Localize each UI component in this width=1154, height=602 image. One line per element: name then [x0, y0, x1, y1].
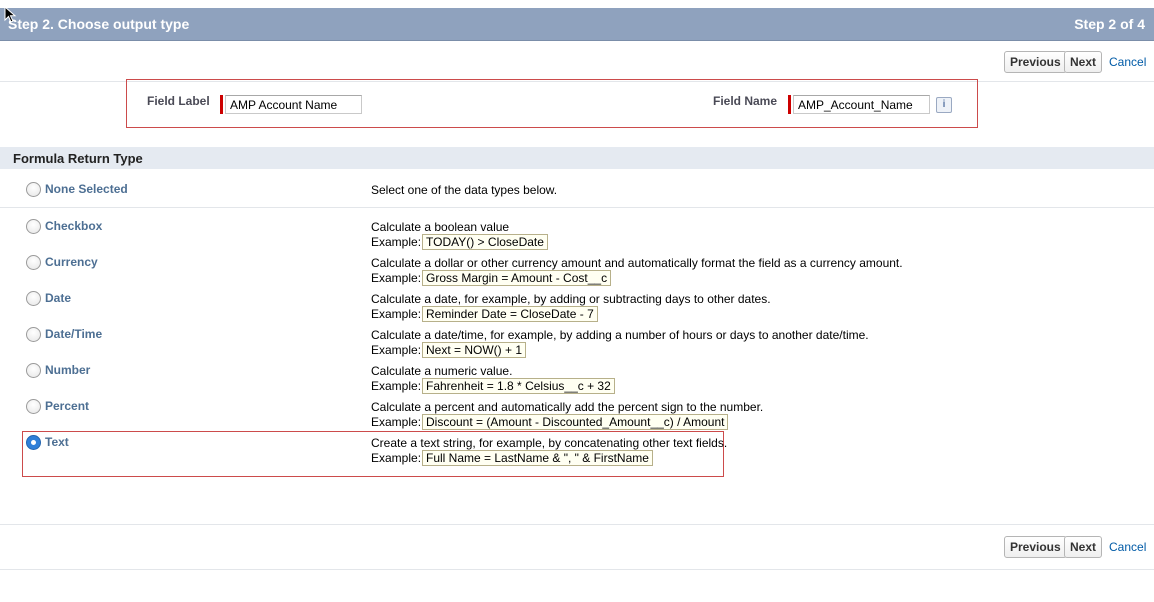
type-label-number[interactable]: Number — [45, 363, 90, 377]
mouse-pointer-icon — [4, 6, 17, 23]
page-title: Step 2. Choose output type — [8, 16, 190, 32]
example-label: Example: — [371, 415, 422, 429]
example-formula: Next = NOW() + 1 — [422, 342, 527, 358]
type-label-none-selected[interactable]: None Selected — [45, 182, 128, 196]
example-label: Example: — [371, 235, 422, 249]
cancel-link[interactable]: Cancel — [1109, 540, 1146, 554]
field-name-label: Field Name — [713, 94, 778, 108]
cancel-link[interactable]: Cancel — [1109, 55, 1146, 69]
type-label-percent[interactable]: Percent — [45, 399, 89, 413]
type-label-date-time[interactable]: Date/Time — [45, 327, 102, 341]
example-label: Example: — [371, 451, 422, 465]
type-description: Calculate a dollar or other currency amo… — [371, 256, 903, 270]
type-label-date[interactable]: Date — [45, 291, 71, 305]
example-label: Example: — [371, 343, 422, 357]
step-indicator: Step 2 of 4 — [1074, 16, 1145, 32]
type-description: Calculate a date/time, for example, by a… — [371, 328, 869, 342]
type-description: Calculate a boolean value — [371, 220, 510, 234]
example-formula: TODAY() > CloseDate — [422, 234, 548, 250]
previous-button[interactable]: Previous — [1004, 536, 1067, 558]
divider — [0, 207, 1154, 208]
type-description: Calculate a date, for example, by adding… — [371, 292, 771, 306]
example-label: Example: — [371, 307, 422, 321]
radio-text[interactable] — [26, 435, 41, 450]
example-formula: Reminder Date = CloseDate - 7 — [422, 306, 598, 322]
info-icon[interactable]: i — [936, 97, 952, 113]
field-label-input[interactable] — [225, 95, 362, 114]
radio-checkbox[interactable] — [26, 219, 41, 234]
field-label-label: Field Label — [147, 94, 210, 108]
required-indicator — [220, 95, 223, 114]
required-indicator — [788, 95, 791, 114]
radio-date[interactable] — [26, 291, 41, 306]
example-label: Example: — [371, 271, 422, 285]
type-label-currency[interactable]: Currency — [45, 255, 98, 269]
example-label: Example: — [371, 379, 422, 393]
top-button-row: Previous Next Cancel — [0, 41, 1154, 82]
type-label-checkbox[interactable]: Checkbox — [45, 219, 102, 233]
example-formula: Fahrenheit = 1.8 * Celsius__c + 32 — [422, 378, 615, 394]
formula-return-type-header: Formula Return Type — [0, 147, 1154, 169]
example-formula: Full Name = LastName & ", " & FirstName — [422, 450, 653, 466]
bottom-button-row: Previous Next Cancel — [0, 524, 1154, 570]
next-button[interactable]: Next — [1064, 51, 1103, 73]
type-description: Select one of the data types below. — [371, 183, 558, 197]
type-label-text[interactable]: Text — [45, 435, 69, 449]
radio-number[interactable] — [26, 363, 41, 378]
radio-percent[interactable] — [26, 399, 41, 414]
next-button[interactable]: Next — [1064, 536, 1103, 558]
example-formula: Discount = (Amount - Discounted_Amount__… — [422, 414, 729, 430]
type-description: Calculate a numeric value. — [371, 364, 513, 378]
section-title: Formula Return Type — [13, 151, 143, 166]
radio-date-time[interactable] — [26, 327, 41, 342]
type-description: Calculate a percent and automatically ad… — [371, 400, 764, 414]
type-description: Create a text string, for example, by co… — [371, 436, 728, 450]
previous-button[interactable]: Previous — [1004, 51, 1067, 73]
field-name-input[interactable] — [793, 95, 930, 114]
page-header: Step 2. Choose output type Step 2 of 4 — [0, 8, 1154, 41]
radio-currency[interactable] — [26, 255, 41, 270]
radio-none-selected[interactable] — [26, 182, 41, 197]
example-formula: Gross Margin = Amount - Cost__c — [422, 270, 612, 286]
